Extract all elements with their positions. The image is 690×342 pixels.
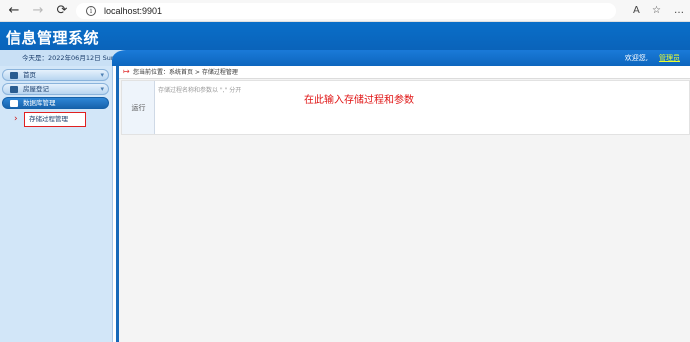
date-text: 今天是：2022年06月12日 Sun	[22, 54, 116, 62]
breadcrumb-text: 您当前位置：系统首页 > 存储过程管理	[133, 69, 238, 76]
document-icon	[10, 86, 18, 93]
hint-annotation: 在此输入存储过程和参数	[304, 95, 414, 106]
run-button-label: 运行	[131, 104, 146, 112]
sidebar-item-label: 数据库管理	[23, 99, 56, 107]
sidebar-item-home[interactable]: 首页 ▾	[2, 69, 109, 81]
more-icon[interactable]: …	[674, 4, 684, 18]
welcome-bar: 欢迎您, 管理员	[112, 50, 690, 66]
welcome-text: 欢迎您,	[624, 54, 648, 62]
chevron-down-icon: ▾	[100, 71, 104, 79]
breadcrumb: ↦ 您当前位置：系统首页 > 存储过程管理	[119, 66, 690, 79]
favorites-icon[interactable]: ☆	[652, 4, 661, 18]
back-icon[interactable]: ←	[6, 3, 22, 19]
run-button[interactable]: 运行	[122, 81, 155, 134]
reload-icon[interactable]: ⟳	[54, 3, 70, 19]
chevron-down-icon: ▾	[100, 85, 104, 93]
location-icon: ↦	[123, 67, 130, 76]
browser-toolbar: ← → ⟳ i localhost:9901 A ☆ …	[0, 0, 690, 22]
app-header: 信息管理系统	[0, 22, 690, 50]
submenu-label: 存储过程管理	[29, 115, 68, 123]
sp-input[interactable]	[156, 81, 688, 134]
sidebar: 首页 ▾ 房屋登记 ▾ 数据库管理 › 存储过程管理	[0, 66, 113, 342]
user-link[interactable]: 管理员	[659, 53, 680, 63]
home-icon	[10, 72, 18, 79]
submenu-highlight[interactable]: 存储过程管理	[24, 112, 86, 127]
url-text: localhost:9901	[104, 6, 163, 16]
sidebar-item-house-registration[interactable]: 房屋登记 ▾	[2, 83, 109, 95]
info-icon[interactable]: i	[86, 6, 96, 16]
sidebar-item-label: 房屋登记	[23, 85, 49, 93]
status-strip: 今天是：2022年06月12日 Sun 欢迎您, 管理员	[0, 50, 690, 66]
chevron-right-icon: ›	[14, 114, 18, 124]
date-panel: 今天是：2022年06月12日 Sun	[0, 50, 120, 66]
sidebar-item-database[interactable]: 数据库管理	[2, 97, 109, 109]
app-title: 信息管理系统	[6, 30, 100, 47]
forward-icon[interactable]: →	[30, 3, 46, 19]
submenu-item[interactable]: › 存储过程管理	[8, 112, 106, 128]
database-icon	[10, 100, 18, 107]
address-bar[interactable]: i localhost:9901	[76, 3, 616, 19]
sidebar-item-label: 首页	[23, 71, 36, 79]
read-aloud-icon[interactable]: A	[633, 4, 640, 18]
